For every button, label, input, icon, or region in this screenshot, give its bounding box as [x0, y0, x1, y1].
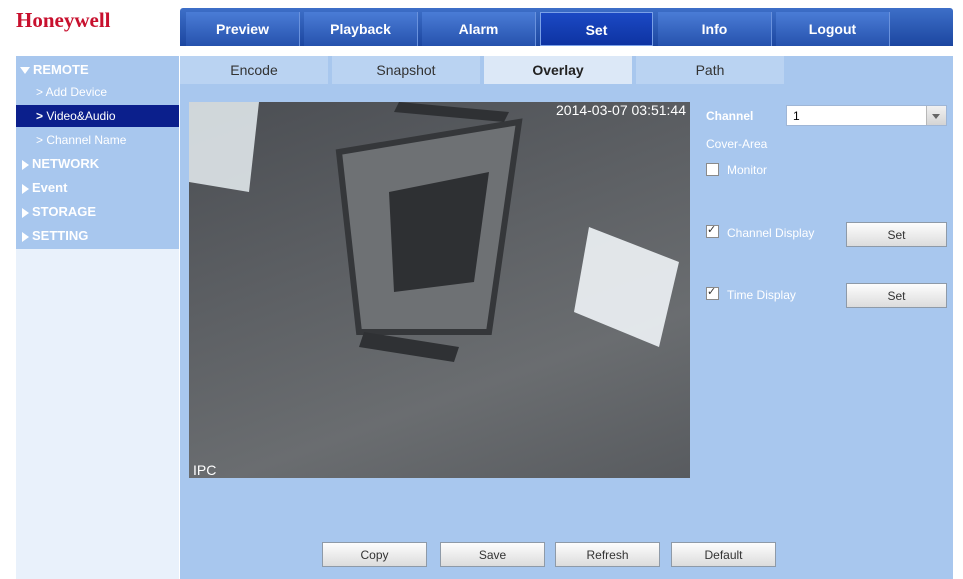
- video-preview[interactable]: 2014-03-07 03:51:44 IPC: [189, 102, 690, 478]
- check-icon: ✓: [707, 286, 717, 298]
- collapsed-arrow-icon: [22, 231, 29, 242]
- subtab-snapshot[interactable]: Snapshot: [332, 56, 480, 84]
- cover-area-label: Cover-Area: [706, 137, 768, 151]
- honeywell-logo: Honeywell: [16, 8, 111, 32]
- sidebar-item-label: NETWORK: [32, 156, 100, 171]
- sidebar-item-label: REMOTE: [33, 62, 89, 77]
- copy-button[interactable]: Copy: [322, 542, 427, 567]
- sidebar: REMOTE > Add Device > Video&Audio > Chan…: [16, 56, 179, 579]
- monitor-label: Monitor: [727, 163, 768, 177]
- check-icon: ✓: [707, 224, 717, 236]
- sidebar-item-storage[interactable]: STORAGE: [16, 201, 179, 223]
- tab-preview[interactable]: Preview: [186, 12, 300, 46]
- subtab-path[interactable]: Path: [636, 56, 784, 84]
- time-display-checkbox[interactable]: ✓: [706, 286, 719, 300]
- sidebar-item-setting[interactable]: SETTING: [16, 225, 179, 247]
- collapsed-arrow-icon: [22, 183, 29, 194]
- monitor-checkbox[interactable]: [706, 163, 719, 176]
- sidebar-item-add-device[interactable]: > Add Device: [16, 81, 179, 103]
- tab-logout[interactable]: Logout: [776, 12, 890, 46]
- sidebar-item-event[interactable]: Event: [16, 177, 179, 199]
- sidebar-item-remote[interactable]: REMOTE: [16, 59, 179, 81]
- time-display-set-button[interactable]: Set: [846, 283, 947, 308]
- sidebar-item-label: Event: [32, 180, 68, 195]
- top-nav: Preview Playback Alarm Set Info Logout: [180, 8, 953, 46]
- sidebar-menu: REMOTE > Add Device > Video&Audio > Chan…: [16, 56, 179, 249]
- channel-display-checkbox[interactable]: ✓: [706, 224, 719, 238]
- sidebar-item-label: Video&Audio: [46, 109, 116, 123]
- sidebar-item-label: SETTING: [32, 228, 89, 243]
- collapsed-arrow-icon: [22, 159, 29, 170]
- tab-info[interactable]: Info: [658, 12, 772, 46]
- refresh-button[interactable]: Refresh: [555, 542, 660, 567]
- subtab-overlay[interactable]: Overlay: [484, 56, 632, 84]
- channel-select[interactable]: 1: [786, 105, 947, 126]
- save-button[interactable]: Save: [440, 542, 545, 567]
- subtab-encode[interactable]: Encode: [180, 56, 328, 84]
- channel-display-set-button[interactable]: Set: [846, 222, 947, 247]
- sidebar-item-channel-name[interactable]: > Channel Name: [16, 129, 179, 151]
- chevron-down-icon[interactable]: [926, 106, 946, 125]
- sidebar-item-label: STORAGE: [32, 204, 97, 219]
- header: Honeywell Preview Playback Alarm Set Inf…: [0, 0, 963, 48]
- channel-label: Channel: [706, 109, 754, 123]
- sidebar-item-video-audio[interactable]: > Video&Audio: [16, 105, 179, 127]
- chevron-right-icon: >: [36, 109, 44, 123]
- default-button[interactable]: Default: [671, 542, 776, 567]
- channel-name-overlay: IPC: [193, 462, 217, 478]
- camera-image: [189, 102, 690, 478]
- channel-display-label: Channel Display: [727, 226, 815, 240]
- collapsed-arrow-icon: [22, 207, 29, 218]
- main-content: Encode Snapshot Overlay Path 2014-03-07 …: [180, 56, 953, 579]
- timestamp-overlay: 2014-03-07 03:51:44: [556, 102, 686, 118]
- tab-set[interactable]: Set: [540, 12, 653, 46]
- tab-alarm[interactable]: Alarm: [422, 12, 536, 46]
- time-display-label: Time Display: [727, 288, 796, 302]
- expanded-arrow-icon: [20, 67, 30, 75]
- channel-select-value: 1: [793, 109, 800, 123]
- sidebar-item-network[interactable]: NETWORK: [16, 153, 179, 175]
- tab-playback[interactable]: Playback: [304, 12, 418, 46]
